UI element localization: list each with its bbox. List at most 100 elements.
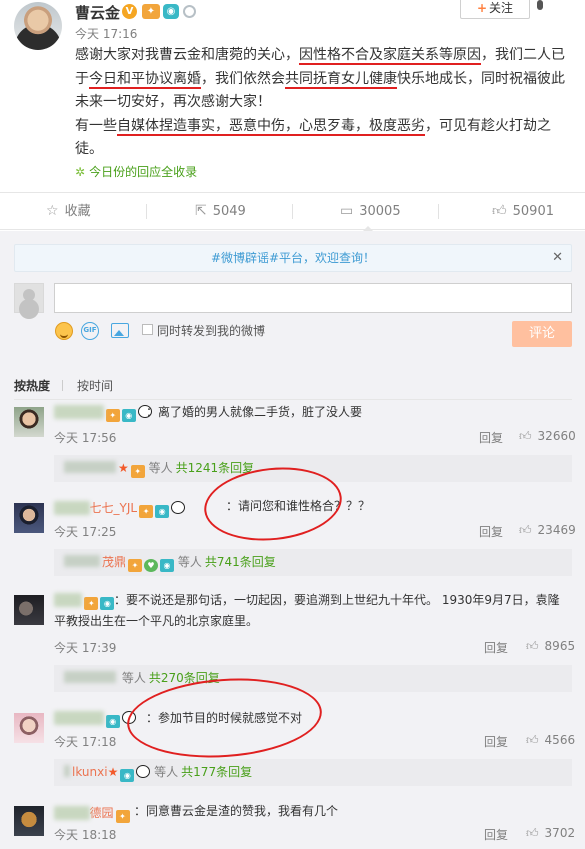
- weibo-post: 曹云金 V ✦ ◉ 今天 17:16 + 关注 感谢大家对我曹云金和唐菀的关心，因…: [0, 0, 585, 196]
- verified-icon: V: [122, 4, 137, 19]
- vip-icon: ✦: [115, 810, 130, 823]
- repost-button[interactable]: ⇱ 5049: [195, 193, 246, 229]
- comment-like-button[interactable]: 👍︎ 8965: [526, 639, 575, 654]
- author-name[interactable]: 曹云金: [75, 2, 120, 23]
- comment-button[interactable]: ▭ 30005: [340, 193, 401, 229]
- sort-tabs: 按热度 按时间: [14, 377, 113, 394]
- thumbs-up-icon: 👍︎: [519, 429, 532, 443]
- post-text-segment: 感谢大家对我曹云金和唐菀的关心，: [75, 47, 299, 63]
- post-text: 感谢大家对我曹云金和唐菀的关心，因性格不合及家庭关系等原因，我们二人已于今日和平…: [75, 44, 575, 162]
- post-time[interactable]: 今天 17:16: [75, 25, 137, 42]
- more-menu-icon[interactable]: [535, 0, 545, 12]
- thumbs-up-icon: 👍︎: [492, 203, 507, 219]
- star-icon: ★: [118, 461, 129, 475]
- comment-count: 30005: [359, 204, 401, 219]
- commenter-name[interactable]: xxxxx德园✦: [54, 804, 130, 823]
- divider: [292, 204, 293, 219]
- comment-icon: ▭: [340, 203, 354, 219]
- repost-count: 5049: [212, 204, 246, 219]
- sub-replies[interactable]: 茂鼎 ✦ ♥ ◉ 等人 共741条回复: [54, 549, 572, 576]
- commenter-avatar[interactable]: [14, 806, 44, 836]
- comment-like-count: 8965: [544, 639, 576, 653]
- comment-text: ：离了婚的男人就像二手货，脏了没人要: [146, 405, 363, 419]
- underlined-phrase: 今日和平协议离婚: [89, 70, 201, 89]
- comment-like-button[interactable]: 👍︎ 23469: [519, 523, 576, 538]
- collect-link[interactable]: ✲ 今日份的回应全收录: [75, 163, 197, 180]
- sub-count-text: 等人: [121, 671, 146, 685]
- commenter-name[interactable]: xxxxxxx◉: [54, 711, 136, 728]
- comment-input[interactable]: [54, 283, 572, 313]
- follow-label: 关注: [489, 1, 514, 15]
- commenter-name[interactable]: xxxxx七七_YJL✦◉: [54, 499, 186, 518]
- reply-button[interactable]: 回复: [479, 523, 503, 540]
- reply-button[interactable]: 回复: [484, 733, 508, 750]
- comment-like-button[interactable]: 👍︎ 3702: [526, 826, 575, 841]
- tab-sort-hot[interactable]: 按热度: [14, 379, 50, 393]
- commenter-name[interactable]: xxxxxxx✦◉: [54, 405, 152, 422]
- submit-comment-button[interactable]: 评论: [512, 321, 572, 347]
- reply-button[interactable]: 回复: [484, 639, 508, 656]
- post-text-segment: ，我们依然会: [201, 70, 285, 87]
- underlined-phrase: 共同抚育女儿健康: [285, 70, 397, 89]
- camera-icon: ◉: [155, 505, 170, 518]
- divider: [438, 204, 439, 219]
- comment-like-count: 32660: [537, 429, 576, 443]
- comment-time: 今天 17:25: [54, 525, 117, 539]
- comment-like-button[interactable]: 👍︎ 32660: [519, 429, 576, 444]
- thumbs-up-icon: 👍︎: [526, 639, 539, 653]
- camera-icon: ◉: [120, 769, 135, 782]
- sub-replies[interactable]: 等人 共270条回复: [54, 665, 572, 692]
- commenter-avatar[interactable]: [14, 713, 44, 743]
- divider: [62, 380, 64, 391]
- sub-replies[interactable]: lkunxi★ ◉ 等人 共177条回复: [54, 759, 572, 786]
- like-button[interactable]: 👍︎ 50901: [492, 193, 554, 229]
- sub-prefix: 茂鼎: [102, 555, 127, 569]
- emoji-icon[interactable]: [55, 322, 73, 340]
- divider: [14, 399, 572, 400]
- sub-count-text: 等人: [148, 461, 173, 475]
- underlined-phrase: 因性格不合及家庭关系等原因: [299, 47, 481, 65]
- repost-checkbox-label: 同时转发到我的微博: [157, 324, 266, 338]
- notice-text: #微博辟谣#平台，欢迎查询！: [210, 251, 376, 265]
- camera-icon: ◉: [105, 715, 120, 728]
- reply-button[interactable]: 回复: [479, 429, 503, 446]
- comment-time: 今天 17:18: [54, 735, 117, 749]
- author-avatar[interactable]: [14, 2, 62, 50]
- comment-like-button[interactable]: 👍︎ 4566: [526, 733, 575, 748]
- divider: [146, 204, 147, 219]
- camera-icon: ◉: [160, 559, 175, 572]
- vip-icon: ✦: [128, 559, 143, 572]
- comment-text: ：同意曹云金是渣的赞我，我看有几个: [134, 804, 339, 818]
- medal-icon: [183, 5, 196, 18]
- follow-button[interactable]: + 关注: [460, 0, 530, 19]
- comment-time: 今天 17:56: [54, 431, 117, 445]
- gif-icon[interactable]: GIF: [81, 322, 99, 340]
- panda-icon: [171, 501, 186, 514]
- reply-button[interactable]: 回复: [484, 826, 508, 843]
- rumor-notice[interactable]: #微博辟谣#平台，欢迎查询！ ✕: [14, 244, 572, 272]
- comment-area: #微博辟谣#平台，欢迎查询！ ✕ GIF 同时转发到我的微博 评论 按热度 按时间…: [0, 231, 585, 849]
- commenter-avatar[interactable]: [14, 503, 44, 533]
- sub-total[interactable]: 共741条回复: [205, 555, 276, 569]
- thumbs-up-icon: 👍︎: [526, 826, 539, 840]
- post-paragraph: 感谢大家对我曹云金和唐菀的关心，因性格不合及家庭关系等原因，我们二人已于今日和平…: [75, 44, 575, 115]
- commenter-avatar[interactable]: [14, 407, 44, 437]
- sub-total[interactable]: 共177条回复: [181, 765, 252, 779]
- panda-icon: [136, 765, 151, 778]
- close-icon[interactable]: ✕: [552, 245, 563, 271]
- commenter-name-text: 七七_YJL: [89, 501, 138, 515]
- tab-sort-time[interactable]: 按时间: [77, 379, 113, 393]
- sub-prefix: lkunxi: [72, 765, 108, 779]
- post-text-segment: 有一些: [75, 117, 117, 134]
- repost-checkbox[interactable]: [142, 324, 153, 335]
- like-count: 50901: [512, 204, 554, 219]
- camera-icon: ◉: [163, 4, 179, 19]
- image-icon[interactable]: [111, 323, 129, 338]
- comment-time: 今天 18:18: [54, 828, 117, 842]
- commenter-avatar[interactable]: [14, 595, 44, 625]
- vip-icon: ✦: [105, 409, 120, 422]
- favorite-button[interactable]: ☆ 收藏: [46, 193, 91, 229]
- underlined-phrase: 自媒体捏造事实，恶意中伤，心思歹毒，极度恶劣: [117, 117, 425, 136]
- my-avatar: [14, 283, 44, 313]
- sub-count-text: 等人: [154, 765, 179, 779]
